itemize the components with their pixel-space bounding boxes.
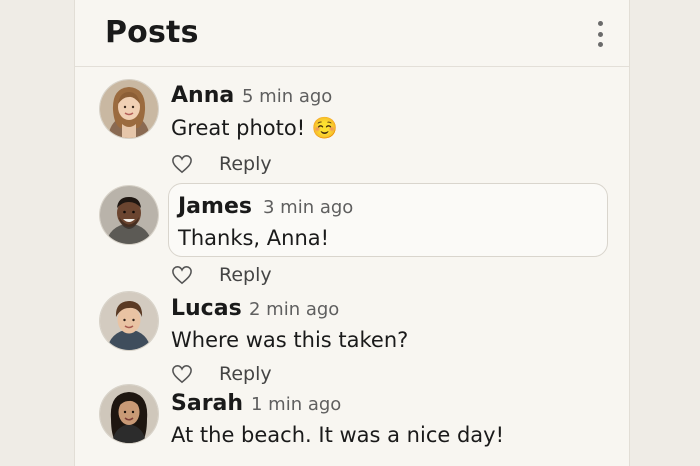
comment-actions: Reply xyxy=(171,153,272,175)
posts-panel: Posts Anna 5 min ago Great photo! ☺️ Rep… xyxy=(74,0,630,466)
reply-button[interactable]: Reply xyxy=(219,363,272,385)
heart-outline-icon[interactable] xyxy=(171,265,193,285)
avatar[interactable] xyxy=(100,80,158,138)
heart-outline-icon[interactable] xyxy=(171,154,193,174)
comment-timestamp: 3 min ago xyxy=(263,197,354,218)
comment-author[interactable]: Lucas xyxy=(171,296,242,321)
comment-timestamp: 5 min ago xyxy=(242,86,333,107)
page-title: Posts xyxy=(105,15,199,50)
comment-text: Where was this taken? xyxy=(171,328,409,352)
comment-text: At the beach. It was a nice day! xyxy=(171,423,505,447)
comment-actions: Reply xyxy=(171,363,272,385)
reply-button[interactable]: Reply xyxy=(219,264,272,286)
comment-actions: Reply xyxy=(171,264,272,286)
reply-button[interactable]: Reply xyxy=(219,153,272,175)
comment-timestamp: 2 min ago xyxy=(249,299,340,320)
comment-text: Thanks, Anna! xyxy=(178,226,330,250)
comment-author[interactable]: Sarah xyxy=(171,391,243,416)
comment-timestamp: 1 min ago xyxy=(251,394,342,415)
avatar[interactable] xyxy=(100,292,158,350)
more-options-icon[interactable] xyxy=(591,21,609,47)
avatar[interactable] xyxy=(100,385,158,443)
comment-author[interactable]: Anna xyxy=(171,83,234,108)
avatar[interactable] xyxy=(100,186,158,244)
heart-outline-icon[interactable] xyxy=(171,364,193,384)
panel-header: Posts xyxy=(75,0,629,67)
comment-author[interactable]: James xyxy=(178,194,252,219)
comment-text: Great photo! ☺️ xyxy=(171,116,338,140)
